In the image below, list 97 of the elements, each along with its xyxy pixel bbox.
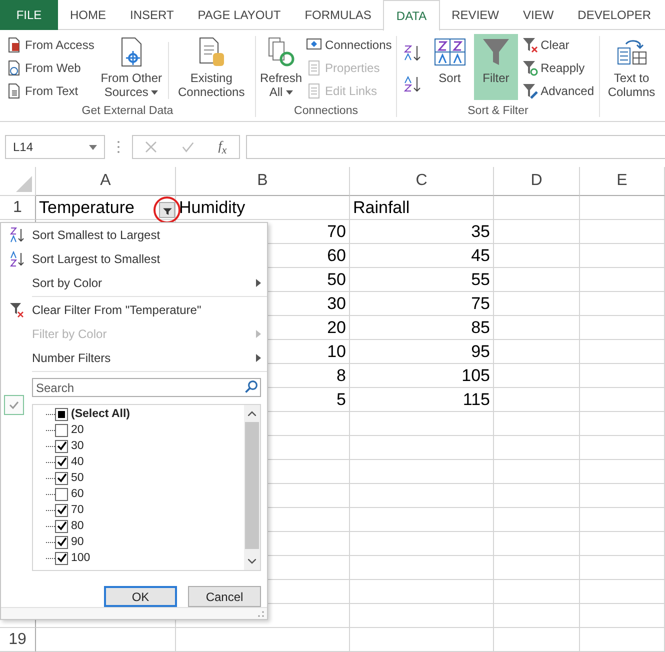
list-item[interactable]: (Select All) [71,408,130,420]
table-cell: 95 [350,340,494,364]
group-label: Get External Data [80,104,174,119]
group-label: Sort & Filter [466,104,530,119]
submenu-arrow-icon [256,354,261,362]
scrollbar[interactable] [244,405,260,570]
ribbon-tab[interactable]: DATA [383,0,440,31]
cancel-button[interactable]: Cancel [188,586,261,607]
table-cell: 75 [350,292,494,316]
table-cell: 45 [350,244,494,268]
search-field[interactable]: Search [32,378,261,397]
grip-icon[interactable] [117,140,120,154]
sort-descending-icon[interactable] [403,75,423,93]
group-label: Connections [293,104,359,119]
list-item[interactable]: 60 [71,488,84,500]
checkbox[interactable] [55,472,68,484]
table-cell: 105 [350,364,494,388]
formula-input[interactable] [246,135,665,159]
ribbon-tab[interactable]: REVIEW [440,0,511,30]
ribbon-button[interactable]: From Access [4,34,96,56]
resize-grip-icon[interactable] [258,610,264,616]
checkbox[interactable] [55,440,68,452]
ribbon-tab[interactable]: FORMULAS [292,0,384,30]
caret-icon [89,144,97,150]
sort-ascending-icon [8,227,24,243]
ribbon-button[interactable]: Advanced [520,80,596,102]
checkbox[interactable] [55,504,68,516]
table-cell: Rainfall [350,196,494,220]
checkbox[interactable] [55,552,68,564]
ribbon-button[interactable]: From Other Sources [98,34,164,100]
ribbon-button[interactable]: Refresh All [260,34,302,100]
submenu-arrow-icon [256,330,261,338]
document-icon [306,60,322,76]
ok-button[interactable]: OK [104,586,177,607]
list-item[interactable]: 80 [71,520,84,532]
chevron-up-icon [248,411,256,416]
ribbon-tab[interactable]: INSERT [118,0,186,30]
ribbon-button[interactable]: Filter [474,34,518,100]
table-cell: 55 [350,268,494,292]
ribbon-button[interactable]: Sort [427,34,472,100]
ribbon-tab[interactable]: FILE [0,0,58,30]
ribbon-button[interactable]: Text to Columns [604,34,659,100]
ribbon-button[interactable]: From Text [4,80,96,102]
triangle-icon [16,176,32,192]
checkbox[interactable] [55,536,68,548]
column-header[interactable]: A [36,167,176,196]
checkbox[interactable] [55,408,68,420]
checkbox[interactable] [55,424,68,436]
column-header[interactable]: E [580,167,665,196]
checkbox[interactable] [55,520,68,532]
ribbon-button[interactable]: From Web [4,57,96,79]
ribbon-button[interactable]: Existing Connections [173,34,250,100]
ribbon-tab[interactable]: PAGE LAYOUT [186,0,293,30]
ribbon-button[interactable]: Connections [304,34,394,56]
column-header[interactable]: B [176,167,350,196]
table-cell: Humidity [176,196,350,220]
sort-icon [434,36,466,68]
sort-descending-icon [8,251,24,267]
insert-function-button[interactable]: f$_{x}$ [218,138,227,156]
filter-icon [522,83,538,99]
ribbon-button[interactable]: Reapply [520,57,596,79]
checkbox[interactable] [55,488,68,500]
document-icon [6,83,22,99]
document-icon [6,60,22,76]
checkmark-icon[interactable] [182,141,194,153]
search-icon [244,380,258,394]
filter-icon [522,60,538,76]
list-item[interactable]: 50 [71,472,84,484]
checkbox[interactable] [55,456,68,468]
list-item[interactable]: 20 [71,424,84,436]
list-item[interactable]: 30 [71,440,84,452]
list-item[interactable]: 40 [71,456,84,468]
filter-dropdown-button[interactable] [159,202,175,218]
document-icon [306,83,322,99]
row-header[interactable]: 1 [0,196,36,220]
sort-ascending-icon[interactable] [403,44,423,62]
list-item[interactable]: 100 [71,552,90,564]
name-box[interactable]: L14 [5,135,105,159]
row-header[interactable]: 19 [0,628,36,652]
ribbon-button[interactable]: Clear [520,34,596,56]
table-cell: 35 [350,220,494,244]
document-icon [6,37,22,53]
ribbon-tab[interactable]: HOME [58,0,118,30]
column-header[interactable]: C [350,167,494,196]
list-item[interactable]: 90 [71,536,84,548]
ribbon-tab[interactable]: DEVELOPER [566,0,664,30]
chevron-down-icon [248,559,256,564]
checkmark-icon[interactable] [4,395,24,415]
clear-filter-icon [8,302,24,318]
table-cell: 115 [350,388,494,412]
highlight-circle [153,196,181,224]
filter-icon [522,37,538,53]
submenu-arrow-icon [256,279,261,287]
column-header[interactable]: D [494,167,580,196]
table-cell: 85 [350,316,494,340]
ribbon-tab[interactable]: VIEW [510,0,566,30]
list-item[interactable]: 70 [71,504,84,516]
